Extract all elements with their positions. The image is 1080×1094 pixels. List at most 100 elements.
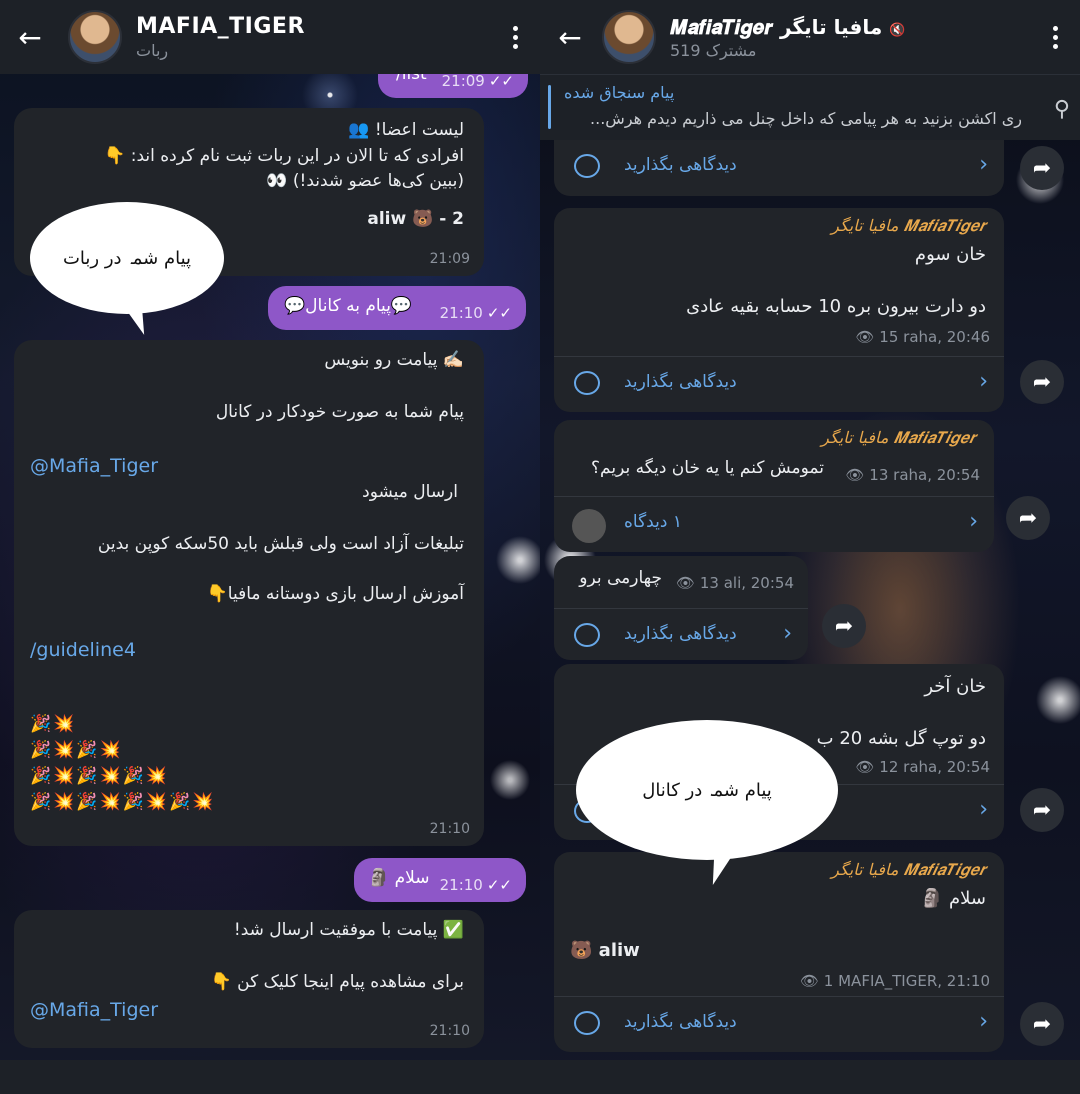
success-line: ✅ پیامت با موفقیت ارسال شد! [233, 920, 464, 940]
channel-header-text[interactable]: 𝑴𝒂𝒇𝒊𝒂𝑻𝒊𝒈𝒆𝒓 مافیا تایگر 🔇 519 مشترک [670, 15, 1030, 60]
muted-icon: 🔇 [889, 22, 906, 38]
chevron-right-icon: › [979, 1009, 988, 1034]
member-list-title: لیست اعضا! 👥 [348, 120, 464, 140]
eye-icon: 👁 [855, 758, 875, 776]
share-icon[interactable]: ➦ [1020, 360, 1064, 404]
to-channel-text: 💬پیام به کانال💬 [284, 296, 413, 316]
to-channel-button-message[interactable]: 💬پیام به کانال💬 21:10 ✓✓ [268, 286, 526, 330]
more-options-icon[interactable] [490, 25, 540, 49]
post-sender: 𝑴𝒂𝒇𝒊𝒂𝑻𝒊𝒈𝒆𝒓 مافیا تایگر [831, 860, 986, 879]
double-check-icon: ✓✓ [488, 71, 514, 90]
member-list-hint: (ببین کی‌ها عضو شدند!) 👀 [266, 171, 464, 191]
share-icon[interactable]: ➦ [1020, 146, 1064, 190]
click-line: برای مشاهده پیام اینجا کلیک کن 👇 [210, 972, 464, 992]
pinned-text: ری اکشن بزنید به هر پیامی که داخل چنل می… [590, 109, 1022, 128]
bot-avatar[interactable] [68, 10, 122, 64]
post-author: 🐻 aliw [570, 940, 640, 961]
write-prompt: ✍🏻 پیامت رو بنویس [324, 350, 464, 370]
learn-line: آموزش ارسال بازی دوستانه مافیا👇 [206, 584, 464, 604]
post-line: سلام 🗿 [920, 888, 986, 909]
bot-header-text[interactable]: MAFIA_TIGER ربات [136, 14, 490, 60]
back-arrow-icon[interactable]: ← [0, 0, 60, 74]
chevron-right-icon: › [979, 369, 988, 394]
post-meta: 👁 13 raha, 20:54 [845, 466, 980, 484]
post-meta: 👁 1 MAFIA_TIGER, 21:10 [799, 972, 990, 990]
guideline-command[interactable]: /guideline4 [30, 636, 136, 665]
post-line: دو توپ گل بشه 20 ب [816, 728, 986, 749]
message-time: 21:10 ✓✓ [439, 875, 512, 894]
pinned-indicator [548, 85, 551, 129]
share-icon[interactable]: ➦ [1020, 1002, 1064, 1046]
share-icon[interactable]: ➦ [1020, 788, 1064, 832]
message-time: 21:10 [429, 821, 470, 837]
double-check-icon: ✓✓ [486, 303, 512, 322]
emoji-row: 🎉💥🎉💥🎉💥🎉💥 [30, 792, 216, 812]
success-message[interactable]: ✅ پیامت با موفقیت ارسال شد! برای مشاهده … [14, 910, 484, 1048]
subscriber-count: 519 مشترک [670, 40, 757, 60]
comment-label: دیدگاهی بگذارید [624, 1012, 737, 1032]
comment-bar[interactable]: دیدگاهی بگذارید › [554, 996, 1004, 1052]
channel-post[interactable]: چهارمی برو 👁 13 ali, 20:54 دیدگاهی بگذار… [554, 556, 808, 660]
comment-label: دیدگاهی بگذارید [624, 624, 737, 644]
sent-line: ارسال میشود [362, 482, 458, 502]
message-time: 21:09 [429, 251, 470, 267]
post-meta: 👁 12 raha, 20:54 [855, 758, 990, 776]
bot-chat-panel: ← MAFIA_TIGER ربات /list 21:09 ✓✓ لیست اع… [0, 0, 540, 1094]
emoji-row: 🎉💥 [30, 714, 77, 734]
eye-icon: 👁 [676, 574, 696, 592]
channel-post[interactable]: 𝑴𝒂𝒇𝒊𝒂𝑻𝒊𝒈𝒆𝒓 مافیا تایگر تمومش کنم یا یه خ… [554, 420, 994, 552]
channel-header: ← 𝑴𝒂𝒇𝒊𝒂𝑻𝒊𝒈𝒆𝒓 مافیا تایگر 🔇 519 مشترک [540, 0, 1080, 74]
post-sender: 𝑴𝒂𝒇𝒊𝒂𝑻𝒊𝒈𝒆𝒓 مافیا تایگر [831, 216, 986, 235]
success-channel-link[interactable]: @Mafia_Tiger [30, 996, 158, 1025]
comment-bar[interactable]: دیدگاهی بگذارید › [554, 140, 1004, 196]
post-line: چهارمی برو [579, 568, 662, 588]
chevron-right-icon: › [969, 509, 978, 534]
channel-title: 𝑴𝒂𝒇𝒊𝒂𝑻𝒊𝒈𝒆𝒓 مافیا تایگر [670, 14, 883, 39]
pinned-message-bar[interactable]: پیام سنجاق شده ری اکشن بزنید به هر پیامی… [540, 74, 1080, 140]
message-input-bar[interactable] [0, 1060, 540, 1094]
message-time: 21:10 [429, 1023, 470, 1039]
channel-panel: ← 𝑴𝒂𝒇𝒊𝒂𝑻𝒊𝒈𝒆𝒓 مافیا تایگر 🔇 519 مشترک پیا… [540, 0, 1080, 1094]
eye-icon: 👁 [855, 328, 875, 346]
comment-bubble-icon [574, 623, 600, 647]
auto-send-line: پیام شما به صورت خودکار در کانال [215, 402, 464, 422]
comment-bar[interactable]: دیدگاهی بگذارید › [554, 356, 1004, 412]
salam-message[interactable]: سلام 🗿 21:10 ✓✓ [354, 858, 526, 902]
channel-post[interactable]: 𝑴𝒂𝒇𝒊𝒂𝑻𝒊𝒈𝒆𝒓 مافیا تایگر سلام 🗿 🐻 aliw 👁 1… [554, 852, 1004, 1052]
bot-annotation-text: پیام شما در ربات [62, 247, 192, 269]
channel-annotation-text: پیام شما در کانال [642, 779, 772, 801]
back-arrow-icon[interactable]: ← [540, 0, 600, 74]
bot-header: ← MAFIA_TIGER ربات [0, 0, 540, 74]
channel-annotation-bubble: پیام شما در کانال [576, 720, 838, 860]
eye-icon: 👁 [845, 466, 865, 484]
post-line: خان سوم [914, 244, 986, 265]
post-line: دو دارت بیرون بره 10 حسابه بقیه عادی [686, 296, 986, 317]
more-options-icon[interactable] [1030, 25, 1080, 49]
post-line: تمومش کنم یا یه خان دیگه بریم؟ [591, 458, 824, 478]
bot-title: MAFIA_TIGER [136, 14, 305, 39]
channel-avatar[interactable] [602, 10, 656, 64]
emoji-row: 🎉💥🎉💥 [30, 740, 123, 760]
comment-bubble-icon [574, 154, 600, 178]
salam-text: سلام 🗿 [368, 868, 430, 888]
comment-bubble-icon [574, 371, 600, 395]
comment-bar[interactable]: ۱ دیدگاه › [554, 496, 994, 552]
pin-icon[interactable]: ⚲ [1054, 97, 1070, 122]
share-icon[interactable]: ➦ [1006, 496, 1050, 540]
comment-label: دیدگاهی بگذارید [624, 155, 737, 175]
comment-label: دیدگاهی بگذارید [624, 372, 737, 392]
chevron-right-icon: › [979, 797, 988, 822]
channel-post[interactable]: 𝑴𝒂𝒇𝒊𝒂𝑻𝒊𝒈𝒆𝒓 مافیا تایگر خان سوم دو دارت ب… [554, 208, 1004, 412]
channel-bottom-bar[interactable] [540, 1060, 1080, 1094]
write-message-instructions[interactable]: ✍🏻 پیامت رو بنویس پیام شما به صورت خودکا… [14, 340, 484, 846]
bot-annotation-bubble: پیام شما در ربات [30, 202, 224, 314]
emoji-row: 🎉💥🎉💥🎉💥 [30, 766, 170, 786]
comment-bar[interactable]: دیدگاهی بگذارید › [554, 608, 808, 660]
comment-count: ۱ دیدگاه [624, 512, 682, 532]
post-sender: 𝑴𝒂𝒇𝒊𝒂𝑻𝒊𝒈𝒆𝒓 مافیا تایگر [821, 428, 976, 447]
share-icon[interactable]: ➦ [822, 604, 866, 648]
comment-bubble-icon [574, 1011, 600, 1035]
channel-link[interactable]: @Mafia_Tiger [30, 452, 158, 481]
chevron-right-icon: › [783, 621, 792, 646]
message-time: 21:10 ✓✓ [439, 303, 512, 322]
